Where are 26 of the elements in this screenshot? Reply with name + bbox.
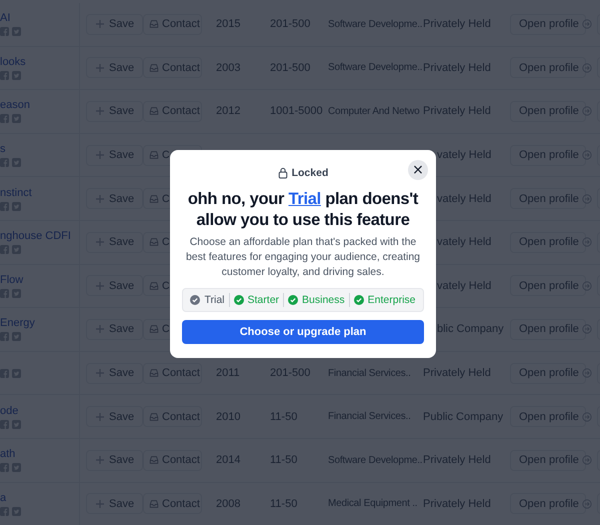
plan-link[interactable]: Trial — [288, 190, 321, 208]
plan-item: Enterprise — [354, 294, 416, 306]
check-circle-icon — [354, 295, 364, 305]
plan-item: Trial — [190, 294, 225, 306]
company-link[interactable]: ath — [0, 448, 16, 460]
company-link[interactable]: nstinct — [0, 186, 32, 199]
company-link[interactable]: nghouse CDFI — [0, 230, 71, 242]
check-circle-icon — [234, 295, 244, 305]
company-link[interactable]: looks — [0, 56, 26, 68]
dialog-title: ohh no, your Trial plan doens't allow you to use this feature — [186, 189, 420, 231]
plan-item: Starter — [234, 294, 280, 306]
company-link[interactable]: AI — [0, 12, 10, 24]
check-circle-icon — [190, 295, 200, 305]
company-link[interactable]: s — [0, 143, 6, 156]
check-circle-icon — [288, 295, 298, 305]
company-link[interactable]: a — [0, 492, 6, 504]
close-button[interactable]: × — [408, 160, 428, 180]
company-link[interactable]: Flow — [0, 274, 24, 286]
company-link[interactable]: ode — [0, 404, 18, 417]
plan-item: Business — [288, 294, 345, 306]
lock-icon — [278, 167, 288, 179]
company-link[interactable]: Energy — [0, 317, 35, 330]
dialog-description: Choose an affordable plan that's packed with the best features for engaging your audience, creating customer loyalty, and driving sales. — [184, 235, 422, 280]
locked-label: Locked — [278, 167, 328, 179]
upgrade-plan-button[interactable]: Choose or upgrade plan — [182, 320, 424, 344]
company-link[interactable]: eason — [0, 99, 30, 112]
